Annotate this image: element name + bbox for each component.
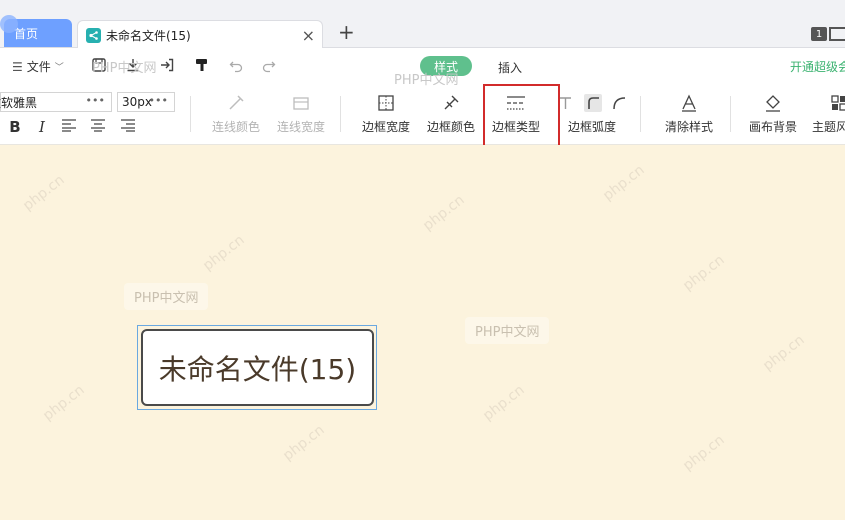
mindmap-root-node[interactable]: 未命名文件(15) [141,329,374,406]
export-icon[interactable] [158,57,176,75]
divider [190,96,191,132]
border-color-label: 边框颜色 [426,120,475,134]
font-size-select[interactable]: 30px ••• [117,92,175,112]
watermark-diagonal: php.cn [20,172,68,214]
border-type-tool[interactable]: 边框类型 [490,92,542,136]
redo-icon[interactable] [260,57,278,75]
watermark-diagonal: php.cn [760,332,808,374]
border-color-tool[interactable]: 边框颜色 [425,92,477,136]
border-radius-tool[interactable]: 边框弧度 [566,92,618,136]
canvas-bg-label: 画布背景 [748,120,797,134]
border-width-label: 边框宽度 [361,120,410,134]
italic-icon[interactable]: I [33,118,51,136]
line-color-icon [225,92,247,114]
undo-icon[interactable] [227,57,245,75]
watermark: PHP中文网 [394,73,459,88]
mindmap-file-icon [86,27,101,43]
border-width-icon [375,92,397,114]
root-node-text: 未命名文件(15) [158,352,357,386]
clear-style-label: 清除样式 [664,120,713,134]
bold-icon[interactable]: B [6,118,24,136]
line-width-tool[interactable]: 连线宽度 [275,92,327,136]
border-radius-label: 边框弧度 [567,120,616,134]
ribbon-tab-insert[interactable]: 插入 [498,59,522,76]
clear-style-icon [678,92,700,114]
tab-document-label: 未命名文件(15) [106,28,191,43]
vip-upgrade-link[interactable]: 开通超级会员 [790,58,845,75]
app-logo-icon [0,15,18,33]
close-icon[interactable]: × [302,26,315,45]
tab-bar: 首页 未命名文件(15) × + 1 [0,0,845,49]
file-menu[interactable]: ☰ 文件 ﹀ [12,58,64,75]
divider [730,96,731,132]
font-family-select[interactable]: 微软雅黑 ••• [0,92,112,112]
watermark: PHP中文网 [92,61,157,76]
theme-icon [828,92,845,114]
font-family-value: 微软雅黑 [0,95,38,110]
border-type-label: 边框类型 [491,120,540,134]
chevron-down-icon: ﹀ [54,63,64,73]
clear-style-tool[interactable]: 清除样式 [663,92,715,136]
border-color-icon [440,92,462,114]
divider [340,96,341,132]
window-layout-icon[interactable] [829,27,845,41]
more-icon: ••• [148,94,168,107]
paint-bucket-icon [762,92,784,114]
align-center-icon[interactable] [89,118,107,136]
line-width-label: 连线宽度 [276,120,325,134]
line-color-tool[interactable]: 连线颜色 [210,92,262,136]
watermark: PHP中文网 [124,283,209,310]
format-painter-icon[interactable] [193,57,211,75]
line-color-label: 连线颜色 [211,120,260,134]
divider [640,96,641,132]
font-size-value: 30px [122,95,152,109]
tab-home-label: 首页 [14,26,39,41]
window-count-badge[interactable]: 1 [811,27,827,41]
align-right-icon[interactable] [119,118,137,136]
file-menu-label: 文件 [26,60,51,74]
align-left-icon[interactable] [60,118,78,136]
menu-icon: ☰ [12,59,23,74]
mindmap-canvas[interactable]: php.cn php.cn php.cn php.cn php.cn php.c… [0,145,845,520]
watermark-diagonal: php.cn [480,382,528,424]
tab-document[interactable]: 未命名文件(15) × [77,20,323,49]
tab-home[interactable]: 首页 [0,15,72,47]
watermark-diagonal: php.cn [680,432,728,474]
canvas-bg-tool[interactable]: 画布背景 [747,92,799,136]
border-width-tool[interactable]: 边框宽度 [360,92,412,136]
border-type-icon [505,92,527,114]
line-width-icon [290,92,312,114]
theme-tool[interactable]: 主题风格 [812,92,845,136]
watermark-diagonal: php.cn [600,162,648,204]
watermark-diagonal: php.cn [280,422,328,464]
watermark-diagonal: php.cn [200,232,248,274]
theme-label: 主题风格 [812,120,845,134]
watermark-diagonal: php.cn [40,382,88,424]
add-tab-icon[interactable]: + [338,20,355,44]
watermark-diagonal: php.cn [420,192,468,234]
watermark: PHP中文网 [465,317,550,344]
more-icon: ••• [85,94,105,107]
watermark-diagonal: php.cn [680,252,728,294]
